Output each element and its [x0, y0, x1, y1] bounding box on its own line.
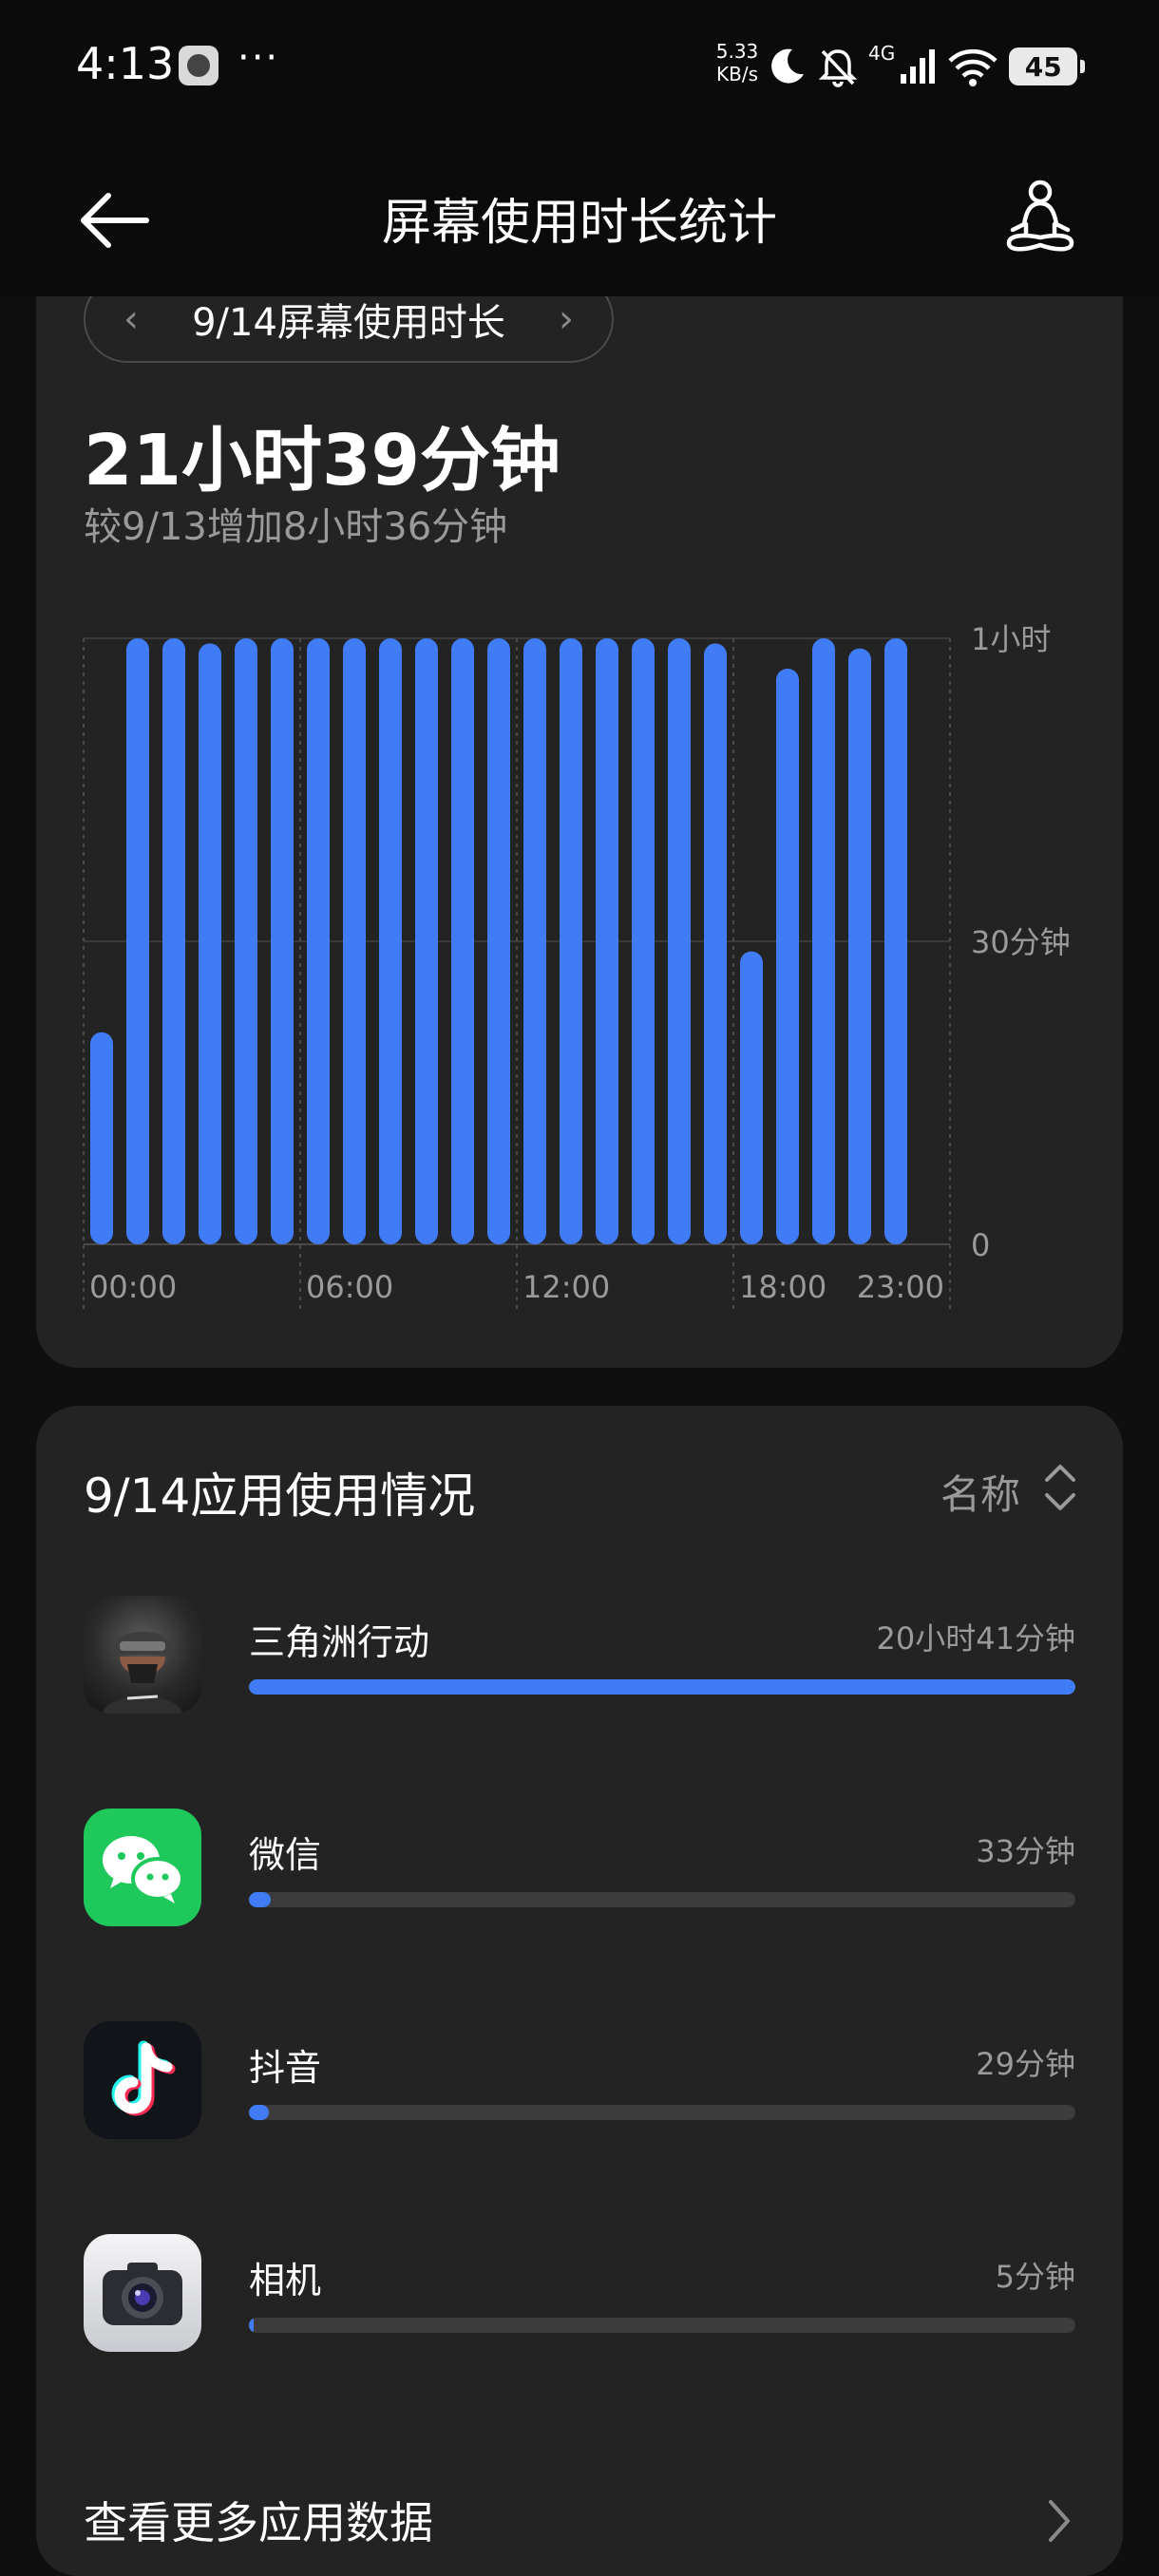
usage-bar-fill — [249, 2318, 255, 2333]
chart-bar-hour-6 — [307, 638, 330, 1244]
usage-bar-fill — [249, 1679, 1075, 1695]
chart-bar-hour-4 — [235, 638, 257, 1244]
screen-time-card: ‹ 9/14屏幕使用时长 › 21小时39分钟 较9/13增加8小时36分钟 0… — [36, 228, 1123, 1368]
chart-x-tick-label: 06:00 — [306, 1269, 393, 1305]
chart-bar-hour-2 — [162, 638, 185, 1244]
app-time: 20小时41分钟 — [876, 1620, 1075, 1657]
chart-bar-hour-22 — [884, 638, 907, 1244]
app-time: 33分钟 — [976, 1833, 1075, 1869]
chart-bar-hour-1 — [126, 638, 149, 1244]
chart-bar-hour-5 — [271, 638, 294, 1244]
douyin-app-icon — [84, 2021, 201, 2139]
chart-bar-hour-20 — [812, 638, 835, 1244]
camera-app-icon — [84, 2234, 201, 2352]
status-time: 4:13 — [76, 38, 175, 89]
usage-bar — [249, 2105, 1075, 2120]
chart-bar-hour-9 — [415, 638, 438, 1244]
sort-label[interactable]: 名称 — [940, 1463, 1020, 1521]
chart-bar-hour-11 — [487, 638, 510, 1244]
chart-bar-hour-15 — [632, 638, 655, 1244]
status-icons: 4G 45 — [766, 38, 1086, 95]
view-more-app-data[interactable]: 查看更多应用数据 — [84, 2489, 1075, 2555]
page-title: 屏幕使用时长统计 — [381, 195, 777, 252]
chart-bar-hour-3 — [199, 643, 221, 1244]
app-time: 5分钟 — [995, 2259, 1075, 2295]
moon-icon — [771, 48, 804, 84]
app-notification-icon — [179, 46, 218, 85]
usage-bar-fill — [249, 1892, 272, 1907]
chart-bar-hour-16 — [668, 638, 691, 1244]
wechat-app-icon — [84, 1809, 201, 1926]
app-row-wechat[interactable]: 微信 33分钟 — [84, 1809, 1075, 1928]
chart-y-tick-label: 0 — [971, 1227, 990, 1263]
status-bar: 4:13 ··· 5.33 KB/s 4G 45 — [0, 0, 1159, 133]
chart-x-tick-label: 12:00 — [522, 1269, 610, 1305]
wifi-icon — [948, 48, 998, 86]
usage-bar-fill — [249, 2105, 269, 2120]
app-name: 三角洲行动 — [249, 1621, 430, 1663]
meditation-icon[interactable] — [998, 175, 1083, 260]
chevron-right-icon — [1049, 2500, 1070, 2542]
app-name: 抖音 — [249, 2047, 322, 2089]
chart-bar-hour-17 — [704, 643, 727, 1244]
app-header: 屏幕使用时长统计 — [0, 133, 1159, 296]
chart-x-tick-label: 23:00 — [857, 1269, 944, 1305]
app-name: 微信 — [249, 1834, 322, 1876]
chart-bar-hour-8 — [379, 638, 402, 1244]
chart-y-tick-label: 1小时 — [971, 621, 1051, 657]
chart-y-tick-label: 30分钟 — [971, 924, 1071, 960]
app-usage-title: 9/14应用使用情况 — [84, 1468, 476, 1524]
net-speed: 5.33 KB/s — [712, 40, 762, 85]
chart-bar-hour-0 — [90, 1032, 113, 1244]
chart-bar-hour-14 — [596, 638, 618, 1244]
chart-x-tick-label: 00:00 — [89, 1269, 177, 1305]
net-speed-value: 5.33 — [715, 40, 759, 63]
sort-chevrons-icon[interactable] — [1041, 1461, 1079, 1514]
usage-bar — [249, 1679, 1075, 1695]
chart-bar-hour-10 — [451, 638, 474, 1244]
signal-icon — [901, 49, 936, 84]
app-row-camera[interactable]: 相机 5分钟 — [84, 2234, 1075, 2354]
battery-level: 45 — [1024, 50, 1062, 83]
app-row-douyin[interactable]: 抖音 29分钟 — [84, 2021, 1075, 2141]
app-time: 29分钟 — [976, 2046, 1075, 2082]
view-more-label: 查看更多应用数据 — [84, 2497, 433, 2548]
hourly-usage-chart: 00:00 06:00 12:00 18:00 23:00 1小时 30分钟 0 — [83, 621, 1071, 1311]
chart-bar-hour-18 — [740, 951, 763, 1244]
app-usage-card: 9/14应用使用情况 名称 三角洲行动 20小时41分钟 微信 33分钟 抖音 … — [36, 1406, 1123, 2576]
chart-x-tick-label: 18:00 — [739, 1269, 826, 1305]
app-name: 相机 — [249, 2260, 322, 2301]
usage-bar — [249, 2318, 1075, 2333]
bell-off-icon — [818, 49, 858, 87]
chart-bar-hour-19 — [776, 668, 799, 1244]
delta-force-app-icon — [84, 1596, 201, 1714]
net-speed-unit: KB/s — [716, 63, 758, 85]
chart-bar-hour-12 — [523, 638, 546, 1244]
network-type: 4G — [868, 42, 896, 65]
more-notifications-icon: ··· — [238, 36, 280, 80]
usage-bar — [249, 1892, 1075, 1907]
chart-bar-hour-13 — [560, 638, 582, 1244]
app-row-delta-force[interactable]: 三角洲行动 20小时41分钟 — [84, 1596, 1075, 1715]
battery-icon: 45 — [1009, 47, 1086, 85]
chart-bar-hour-7 — [343, 638, 366, 1244]
chart-bar-hour-21 — [848, 648, 871, 1244]
